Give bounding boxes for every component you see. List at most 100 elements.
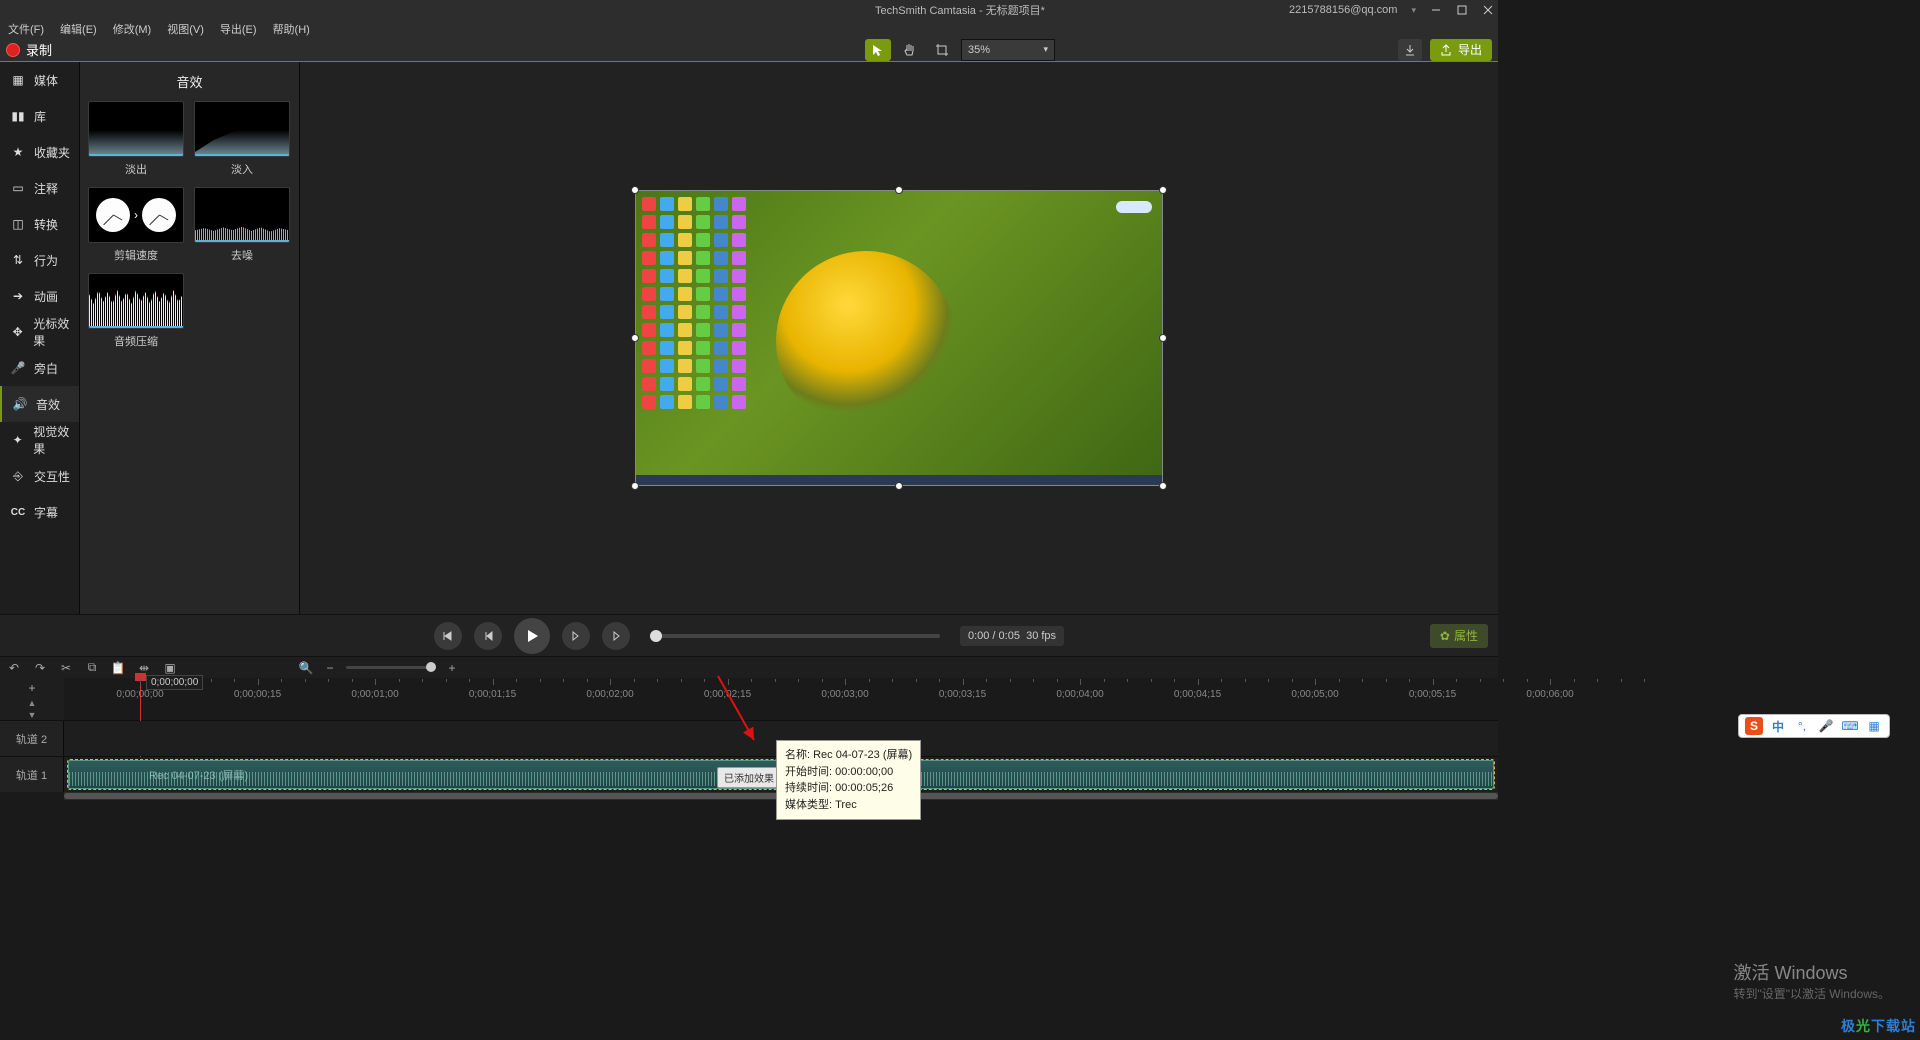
- behavior-icon: ⇅: [10, 252, 26, 268]
- record-button[interactable]: 录制: [6, 40, 52, 59]
- ime-voice-icon[interactable]: 🎤: [1817, 717, 1835, 735]
- wand-icon: ✦: [10, 432, 25, 448]
- record-icon: [6, 43, 20, 57]
- sidebar-label: 注释: [34, 180, 58, 197]
- next-frame-button[interactable]: [602, 622, 630, 650]
- menu-view[interactable]: 视图(V): [159, 21, 212, 37]
- properties-label: 属性: [1454, 627, 1478, 644]
- effect-denoise[interactable]: 去噪: [194, 187, 290, 263]
- sidebar-item-interactivity[interactable]: ⎆交互性: [0, 458, 79, 494]
- menu-help[interactable]: 帮助(H): [265, 21, 318, 37]
- books-icon: ▮▮: [10, 108, 26, 124]
- ime-grid-icon[interactable]: ▦: [1865, 717, 1883, 735]
- speaker-icon: 🔊: [12, 396, 28, 412]
- menu-edit[interactable]: 编辑(E): [52, 21, 105, 37]
- sidebar-item-visual-effects[interactable]: ✦视觉效果: [0, 422, 79, 458]
- ime-logo-icon: S: [1745, 717, 1763, 735]
- menu-modify[interactable]: 修改(M): [105, 21, 160, 37]
- effect-fade-out[interactable]: 淡出: [88, 101, 184, 177]
- effects-badge[interactable]: 已添加效果: [717, 767, 781, 788]
- gear-icon: ✿: [1440, 629, 1450, 643]
- timeline-zoom-slider[interactable]: [346, 666, 436, 669]
- windows-activation-watermark: 激活 Windows 转到"设置"以激活 Windows。: [1733, 959, 1890, 1002]
- sidebar-item-behaviors[interactable]: ⇅ 行为: [0, 242, 79, 278]
- crop-tool[interactable]: [929, 39, 955, 61]
- pan-tool[interactable]: [897, 39, 923, 61]
- download-button[interactable]: [1398, 39, 1422, 61]
- sidebar-item-favorites[interactable]: ★收藏夹: [0, 134, 79, 170]
- sidebar-item-annotations[interactable]: ▭注释: [0, 170, 79, 206]
- account-chevron-icon[interactable]: ▾: [1411, 5, 1416, 16]
- cursor-tool[interactable]: [865, 39, 891, 61]
- ime-toolbar[interactable]: S 中 °, 🎤 ⌨ ▦: [1738, 714, 1890, 738]
- zoom-in-button[interactable]: +: [444, 660, 460, 676]
- sidebar-label: 收藏夹: [34, 144, 70, 161]
- paste-button[interactable]: 📋: [110, 660, 126, 676]
- arrow-icon: ➔: [10, 288, 26, 304]
- expand-down-icon[interactable]: ▼: [28, 710, 37, 720]
- ime-keyboard-icon[interactable]: ⌨: [1841, 717, 1859, 735]
- sidebar-label: 动画: [34, 288, 58, 305]
- redo-button[interactable]: ↷: [32, 660, 48, 676]
- thumb-label: 音频压缩: [88, 333, 184, 349]
- effect-audio-compression[interactable]: 音频压缩: [88, 273, 184, 349]
- site-watermark: 极光下载站: [1841, 1016, 1916, 1036]
- ruler-tick-label: 0;00;04;00: [1056, 689, 1103, 700]
- sidebar-item-library[interactable]: ▮▮库: [0, 98, 79, 134]
- close-button[interactable]: [1482, 4, 1494, 16]
- preview-image: [776, 251, 956, 431]
- preview-canvas[interactable]: [635, 190, 1163, 486]
- track-header-2[interactable]: 轨道 2: [0, 721, 64, 756]
- sidebar-item-captions[interactable]: CC 字幕: [0, 494, 79, 530]
- play-button[interactable]: [514, 618, 550, 654]
- sidebar-item-audio-effects[interactable]: 🔊音效: [0, 386, 79, 422]
- sidebar-item-cursor-effects[interactable]: ✥光标效果: [0, 314, 79, 350]
- effect-fade-in[interactable]: 淡入: [194, 101, 290, 177]
- cc-icon: CC: [10, 504, 26, 520]
- canvas-zoom-select[interactable]: 35% ▾: [961, 39, 1055, 61]
- sidebar-label: 行为: [34, 252, 58, 269]
- properties-button[interactable]: ✿ 属性: [1430, 624, 1488, 648]
- sidebar-item-transitions[interactable]: ◫转换: [0, 206, 79, 242]
- step-fwd-button[interactable]: [562, 622, 590, 650]
- export-button[interactable]: 导出: [1430, 39, 1492, 61]
- ruler-tick-label: 0;00;03;15: [939, 689, 986, 700]
- interact-icon: ⎆: [10, 468, 26, 484]
- sidebar-item-animations[interactable]: ➔ 动画: [0, 278, 79, 314]
- step-back-button[interactable]: [474, 622, 502, 650]
- sidebar-item-narration[interactable]: 🎤旁白: [0, 350, 79, 386]
- zoom-fit-icon[interactable]: 🔍: [298, 660, 314, 676]
- ruler-tick-label: 0;00;03;00: [821, 689, 868, 700]
- ime-punct-icon[interactable]: °,: [1793, 717, 1811, 735]
- zoom-value: 35%: [968, 44, 990, 56]
- prev-frame-button[interactable]: [434, 622, 462, 650]
- undo-button[interactable]: ↶: [6, 660, 22, 676]
- minimize-button[interactable]: [1430, 4, 1442, 16]
- sidebar-item-media[interactable]: ▦媒体: [0, 62, 79, 98]
- menu-file[interactable]: 文件(F): [0, 21, 52, 37]
- zoom-out-button[interactable]: −: [322, 660, 338, 676]
- clip-tooltip: 名称: Rec 04-07-23 (屏幕) 开始时间: 00:00:00;00 …: [776, 740, 921, 820]
- expand-up-icon[interactable]: ▲: [28, 698, 37, 708]
- ruler-tick-label: 0;00;01;00: [351, 689, 398, 700]
- effect-clip-speed[interactable]: ›剪辑速度: [88, 187, 184, 263]
- thumb-label: 淡出: [88, 161, 184, 177]
- scrub-slider[interactable]: [650, 634, 940, 638]
- playback-bar: 0:00 / 0:05 30 fps ✿属性: [0, 614, 1498, 656]
- track-header-1[interactable]: 轨道 1: [0, 757, 64, 792]
- add-track-button[interactable]: +: [24, 680, 40, 696]
- copy-button[interactable]: ⧉: [84, 660, 100, 676]
- ime-lang[interactable]: 中: [1769, 717, 1787, 735]
- cut-button[interactable]: ✂: [58, 660, 74, 676]
- maximize-button[interactable]: [1456, 4, 1468, 16]
- film-icon: ▦: [10, 72, 26, 88]
- menu-export[interactable]: 导出(E): [212, 21, 265, 37]
- account-label[interactable]: 2215788156@qq.com: [1289, 4, 1397, 16]
- record-label: 录制: [26, 40, 52, 59]
- panel-title: 音效: [80, 62, 299, 101]
- snapshot-button[interactable]: ▣: [162, 660, 178, 676]
- menu-bar: 文件(F) 编辑(E) 修改(M) 视图(V) 导出(E) 帮助(H): [0, 20, 1498, 38]
- thumb-label: 剪辑速度: [88, 247, 184, 263]
- sidebar-label: 字幕: [34, 504, 58, 521]
- window-title: TechSmith Camtasia - 无标题项目*: [875, 2, 1045, 18]
